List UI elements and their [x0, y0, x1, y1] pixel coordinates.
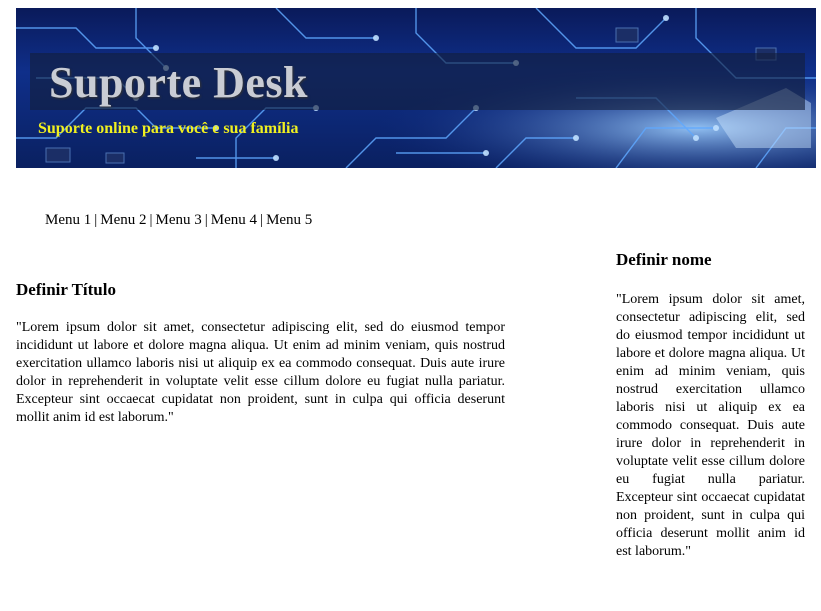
menu-item-1[interactable]: Menu 1	[45, 212, 91, 228]
main-content: Definir Título "Lorem ipsum dolor sit am…	[16, 280, 505, 427]
menu-item-2[interactable]: Menu 2	[100, 212, 146, 228]
main-menu: Menu 1 | Menu 2 | Menu 3 | Menu 4 | Menu 5	[45, 212, 312, 229]
menu-item-4[interactable]: Menu 4	[211, 212, 257, 228]
menu-item-5[interactable]: Menu 5	[266, 212, 312, 228]
sidebar: Definir nome "Lorem ipsum dolor sit amet…	[616, 250, 805, 561]
menu-item-3[interactable]: Menu 3	[156, 212, 202, 228]
sidebar-paragraph: "Lorem ipsum dolor sit amet, consectetur…	[616, 292, 805, 559]
menu-separator: |	[204, 212, 208, 228]
menu-separator: |	[149, 212, 153, 228]
site-subtitle: Suporte online para você e sua família	[38, 120, 299, 137]
main-heading: Definir Título	[16, 280, 116, 299]
menu-separator: |	[94, 212, 98, 228]
header-banner: Suporte Desk Suporte online para você e …	[16, 8, 816, 168]
sidebar-heading: Definir nome	[616, 250, 712, 269]
main-paragraph: "Lorem ipsum dolor sit amet, consectetur…	[16, 320, 505, 425]
site-title: Suporte Desk	[49, 58, 309, 107]
menu-separator: |	[260, 212, 264, 228]
